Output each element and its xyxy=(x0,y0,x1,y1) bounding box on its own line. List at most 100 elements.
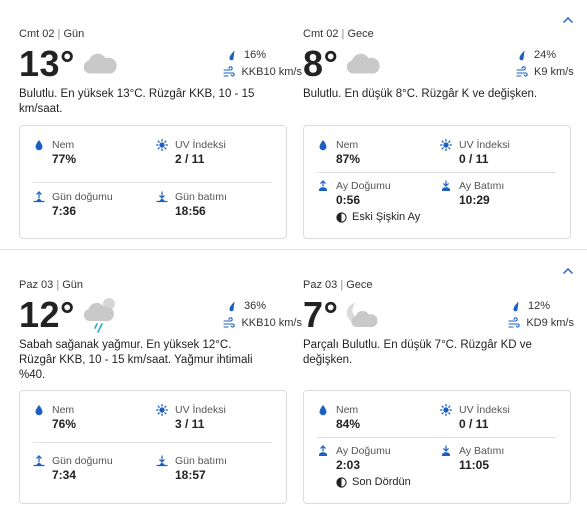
uv-value: 0 / 11 xyxy=(459,417,489,431)
moonset-value: 10:29 xyxy=(459,193,490,207)
moon-phase: Eski Şişkin Ay xyxy=(336,211,420,223)
divider xyxy=(33,182,272,183)
uv-label: UV İndeksi xyxy=(459,404,510,416)
humidity-label: Nem xyxy=(336,404,359,416)
moonset-icon xyxy=(440,180,452,192)
wind-speed: KD9 km/s xyxy=(526,316,574,329)
sunset-label: Gün batımı xyxy=(175,191,227,203)
uv-index-icon xyxy=(440,139,452,151)
sunset-icon xyxy=(156,191,168,203)
mini-stats: 24% K9 km/s xyxy=(516,46,574,80)
humidity-value: 87% xyxy=(336,152,361,166)
humidity-value: 77% xyxy=(52,152,77,166)
sunrise-label: Gün doğumu xyxy=(52,455,113,467)
date-label: Cmt 02 xyxy=(19,28,55,40)
period-label: Gün xyxy=(63,28,85,40)
precipitation-chance: 12% xyxy=(528,299,551,312)
humidity-icon xyxy=(33,404,45,416)
mini-stats: 16% KKB10 km/s xyxy=(223,46,302,80)
temperature: 8° xyxy=(303,43,339,84)
moonset-label: Ay Batımı xyxy=(459,445,505,457)
divider xyxy=(33,442,272,443)
rain-shower-icon xyxy=(83,298,115,333)
precipitation-chance: 16% xyxy=(244,48,267,61)
humidity-label: Nem xyxy=(52,139,75,151)
moonrise-value: 0:56 xyxy=(336,193,361,207)
moonset-value: 11:05 xyxy=(459,458,490,472)
cloud-icon xyxy=(344,52,382,76)
uv-label: UV İndeksi xyxy=(459,139,510,151)
period-label: Gece xyxy=(346,279,373,291)
humidity-icon xyxy=(317,404,329,416)
uv-label: UV İndeksi xyxy=(175,139,226,151)
humidity-label: Nem xyxy=(336,139,359,151)
precipitation-icon xyxy=(516,49,528,61)
moon-phase-label: Son Dördün xyxy=(352,476,411,488)
period-header: Paz 03 | Gün xyxy=(19,279,84,291)
uv-index-icon xyxy=(156,404,168,416)
moon-phase-label: Eski Şişkin Ay xyxy=(352,211,421,223)
details-card: Nem 77% UV İndeksi 2 / 11 Gün doğumu 7:36 G… xyxy=(19,125,287,239)
wind-icon xyxy=(223,66,235,78)
moonrise-label: Ay Doğumu xyxy=(336,445,391,457)
date-label: Paz 03 xyxy=(19,279,54,291)
precipitation-chance: 36% xyxy=(244,299,267,312)
wind-speed: K9 km/s xyxy=(534,65,574,78)
moonrise-label: Ay Doğumu xyxy=(336,180,391,192)
date-label: Cmt 02 xyxy=(303,28,339,40)
sunrise-label: Gün doğumu xyxy=(52,191,113,203)
uv-index-icon xyxy=(440,404,452,416)
forecast-description: Bulutlu. En yüksek 13°C. Rüzgâr KKB, 10 … xyxy=(19,88,255,115)
uv-value: 2 / 11 xyxy=(175,152,205,166)
period-header: Paz 03 | Gece xyxy=(303,279,373,291)
cloud-icon xyxy=(81,52,119,76)
precipitation-icon xyxy=(226,300,238,312)
forecast-description: Bulutlu. En düşük 8°C. Rüzgâr K ve değiş… xyxy=(303,88,538,100)
temperature: 7° xyxy=(303,294,339,335)
humidity-icon xyxy=(317,139,329,151)
sunrise-value: 7:36 xyxy=(52,204,77,218)
wind-speed: KKB10 km/s xyxy=(241,65,302,78)
period-label: Gece xyxy=(347,28,374,40)
divider xyxy=(317,437,556,438)
sunrise-icon xyxy=(33,191,45,203)
sunrise-value: 7:34 xyxy=(52,468,77,482)
period-header: Cmt 02 | Gece xyxy=(303,28,374,40)
sunset-label: Gün batımı xyxy=(175,455,227,467)
uv-value: 0 / 11 xyxy=(459,152,489,166)
sunset-icon xyxy=(156,455,168,467)
forecast-description: Parçalı Bulutlu. En düşük 7°C. Rüzgâr KD… xyxy=(303,339,532,366)
forecast-day-sunday: Paz 03 | Gün 12° 36% KKB10 km/s Sabah sa… xyxy=(0,251,587,514)
period-header: Cmt 02 | Gün xyxy=(19,28,85,40)
uv-value: 3 / 11 xyxy=(175,417,205,431)
humidity-label: Nem xyxy=(52,404,75,416)
details-card: Nem 84% UV İndeksi 0 / 11 Ay Doğumu 2:03 Ay… xyxy=(303,390,571,504)
temperature: 12° xyxy=(19,294,75,335)
chevron-up-icon[interactable] xyxy=(562,15,574,25)
details-card: Nem 76% UV İndeksi 3 / 11 Gün doğumu 7:34 G… xyxy=(19,390,287,504)
precipitation-icon xyxy=(510,300,522,312)
uv-index-icon xyxy=(156,139,168,151)
details-card: Nem 87% UV İndeksi 0 / 11 Ay Doğumu 0:56 Ay… xyxy=(303,125,571,239)
period-label: Gün xyxy=(62,279,84,291)
sunrise-icon xyxy=(33,455,45,467)
mini-stats: 36% KKB10 km/s xyxy=(223,297,302,331)
precipitation-icon xyxy=(226,49,238,61)
mini-stats: 12% KD9 km/s xyxy=(508,297,574,331)
sunset-value: 18:56 xyxy=(175,204,206,218)
wind-icon xyxy=(516,66,528,78)
moon-phase-icon xyxy=(336,212,347,223)
section-divider xyxy=(0,249,587,250)
sunset-value: 18:57 xyxy=(175,468,206,482)
chevron-up-icon[interactable] xyxy=(562,266,574,276)
partly-cloudy-night-icon xyxy=(346,303,378,327)
wind-icon xyxy=(508,317,520,329)
uv-label: UV İndeksi xyxy=(175,404,226,416)
moonset-label: Ay Batımı xyxy=(459,180,505,192)
humidity-value: 76% xyxy=(52,417,77,431)
humidity-icon xyxy=(33,139,45,151)
wind-icon xyxy=(223,317,235,329)
moon-phase: Son Dördün xyxy=(336,476,411,488)
precipitation-chance: 24% xyxy=(534,48,557,61)
moon-phase-icon xyxy=(336,477,347,488)
